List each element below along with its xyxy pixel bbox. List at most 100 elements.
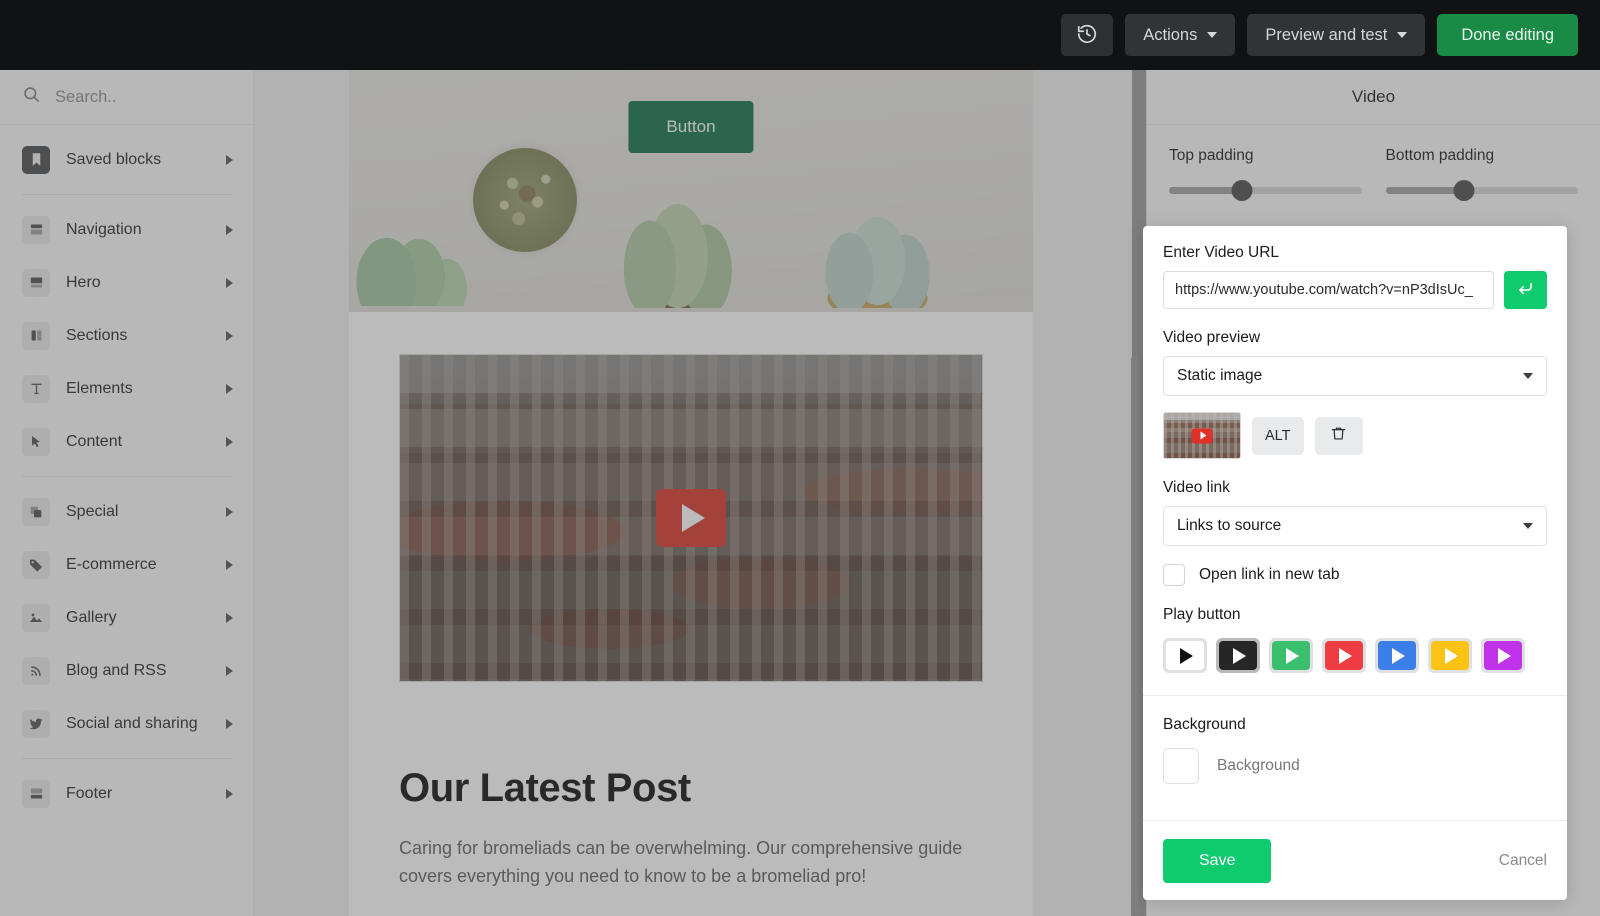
sidebar-item-label: Blog and RSS [66, 661, 167, 679]
succulent-right [811, 210, 939, 308]
video-link-section: Video link Links to source [1163, 479, 1547, 546]
sidebar-item-gallery[interactable]: Gallery [0, 591, 253, 644]
play-triangle-icon [1391, 647, 1405, 664]
video-thumbnail[interactable] [1163, 412, 1241, 459]
actions-label: Actions [1143, 25, 1198, 44]
video-preview-frame[interactable] [399, 354, 983, 682]
cursor-icon [22, 427, 50, 456]
version-history-button[interactable] [1061, 14, 1114, 56]
sidebar-item-footer[interactable]: Footer [0, 767, 253, 820]
play-style-white[interactable] [1163, 638, 1207, 673]
play-style-blue[interactable] [1375, 638, 1419, 673]
panel-scrollbar[interactable] [1131, 356, 1138, 916]
background-section: Background Background [1163, 716, 1547, 784]
play-triangle-icon [1444, 647, 1458, 664]
sidebar-item-social-sharing[interactable]: Social and sharing [0, 697, 253, 750]
hero-section: Button [349, 70, 1033, 312]
play-style-green[interactable] [1269, 638, 1313, 673]
background-color-swatch[interactable] [1163, 748, 1199, 784]
thumbnail-row: ALT [1163, 412, 1547, 459]
sidebar-item-label: Sections [66, 326, 128, 344]
chevron-right-icon [226, 612, 233, 623]
video-url-input[interactable] [1163, 271, 1494, 309]
search-input-placeholder[interactable]: Search.. [55, 88, 116, 107]
columns-block-icon [22, 321, 50, 350]
sidebar-item-label: Content [66, 432, 123, 450]
bottom-padding-control: Bottom padding [1385, 147, 1578, 201]
chevron-right-icon [226, 788, 233, 799]
padding-controls: Top padding Bottom padding [1147, 125, 1600, 220]
hero-cta-button[interactable]: Button [628, 101, 754, 153]
video-preview-selected-value: Static image [1177, 367, 1263, 384]
bottom-padding-slider[interactable] [1385, 180, 1578, 201]
layers-icon [22, 497, 50, 526]
chevron-right-icon [226, 559, 233, 570]
save-button[interactable]: Save [1163, 838, 1272, 883]
video-link-selected-value: Links to source [1177, 517, 1282, 534]
video-preview-select[interactable]: Static image [1163, 356, 1547, 396]
sidebar-item-sections[interactable]: Sections [0, 309, 253, 362]
chevron-right-icon [226, 718, 233, 729]
play-button-icon [1191, 428, 1213, 443]
url-input-row [1163, 271, 1547, 309]
sidebar-item-content[interactable]: Content [0, 415, 253, 468]
footer-block-icon [22, 779, 50, 808]
actions-dropdown-button[interactable]: Actions [1125, 14, 1236, 56]
chevron-right-icon [226, 506, 233, 517]
play-style-yellow[interactable] [1428, 638, 1472, 673]
open-link-new-tab-checkbox[interactable] [1163, 564, 1185, 586]
sidebar-item-navigation[interactable]: Navigation [0, 203, 253, 256]
preview-and-test-dropdown-button[interactable]: Preview and test [1247, 14, 1426, 56]
sidebar-item-special[interactable]: Special [0, 485, 253, 538]
slider-thumb[interactable] [1231, 180, 1253, 201]
play-triangle-icon [1285, 647, 1299, 664]
video-block-editor-app: Actions Preview and test Done editing Se… [0, 0, 1600, 916]
search-icon [22, 85, 41, 109]
top-padding-slider[interactable] [1169, 180, 1362, 201]
open-new-tab-row[interactable]: Open link in new tab [1163, 564, 1547, 586]
sidebar-item-saved-blocks[interactable]: Saved blocks [0, 133, 253, 186]
navigation-block-icon [22, 215, 50, 244]
play-style-swatch [1166, 641, 1204, 670]
submit-url-button[interactable] [1504, 271, 1547, 309]
cactus-photo [473, 148, 577, 252]
play-button-section: Play button [1163, 606, 1547, 673]
sidebar-items-list: Saved blocks Navigation Hero Sections El… [0, 125, 253, 820]
delete-thumbnail-button[interactable] [1314, 416, 1363, 455]
sidebar-search[interactable]: Search.. [0, 70, 253, 125]
play-style-swatch [1378, 641, 1416, 670]
sidebar-divider [22, 194, 231, 195]
sidebar-item-label: E-commerce [66, 555, 157, 573]
play-style-red[interactable] [1322, 638, 1366, 673]
chevron-right-icon [226, 277, 233, 288]
modal-divider [1143, 695, 1567, 696]
alt-text-button[interactable]: ALT [1252, 416, 1304, 455]
background-row: Background [1163, 748, 1547, 784]
cancel-button[interactable]: Cancel [1499, 852, 1547, 870]
play-style-black[interactable] [1216, 638, 1260, 673]
done-editing-button[interactable]: Done editing [1437, 14, 1578, 56]
sky-region [400, 355, 982, 404]
sidebar-item-elements[interactable]: Elements [0, 362, 253, 415]
play-button-icon[interactable] [656, 489, 726, 547]
play-style-purple[interactable] [1481, 638, 1525, 673]
bookmark-icon [22, 145, 50, 174]
succulent-center [605, 204, 745, 308]
sidebar-item-blog-rss[interactable]: Blog and RSS [0, 644, 253, 697]
sidebar-item-hero[interactable]: Hero [0, 256, 253, 309]
background-swatch-label: Background [1217, 757, 1300, 774]
video-link-label: Video link [1163, 479, 1230, 496]
top-padding-control: Top padding [1169, 147, 1362, 201]
top-toolbar: Actions Preview and test Done editing [0, 0, 1600, 70]
play-triangle-icon [1179, 647, 1193, 664]
sidebar-item-ecommerce[interactable]: E-commerce [0, 538, 253, 591]
preview-label: Preview and test [1265, 25, 1388, 44]
url-field-label: Enter Video URL [1163, 244, 1280, 261]
video-link-select[interactable]: Links to source [1163, 506, 1547, 546]
background-label: Background [1163, 716, 1246, 733]
tag-icon [22, 550, 50, 579]
sidebar-item-label: Social and sharing [66, 714, 198, 732]
slider-thumb[interactable] [1453, 180, 1475, 201]
blocks-sidebar: Search.. Saved blocks Navigation Hero Se… [0, 70, 254, 916]
video-block[interactable] [349, 312, 1033, 682]
